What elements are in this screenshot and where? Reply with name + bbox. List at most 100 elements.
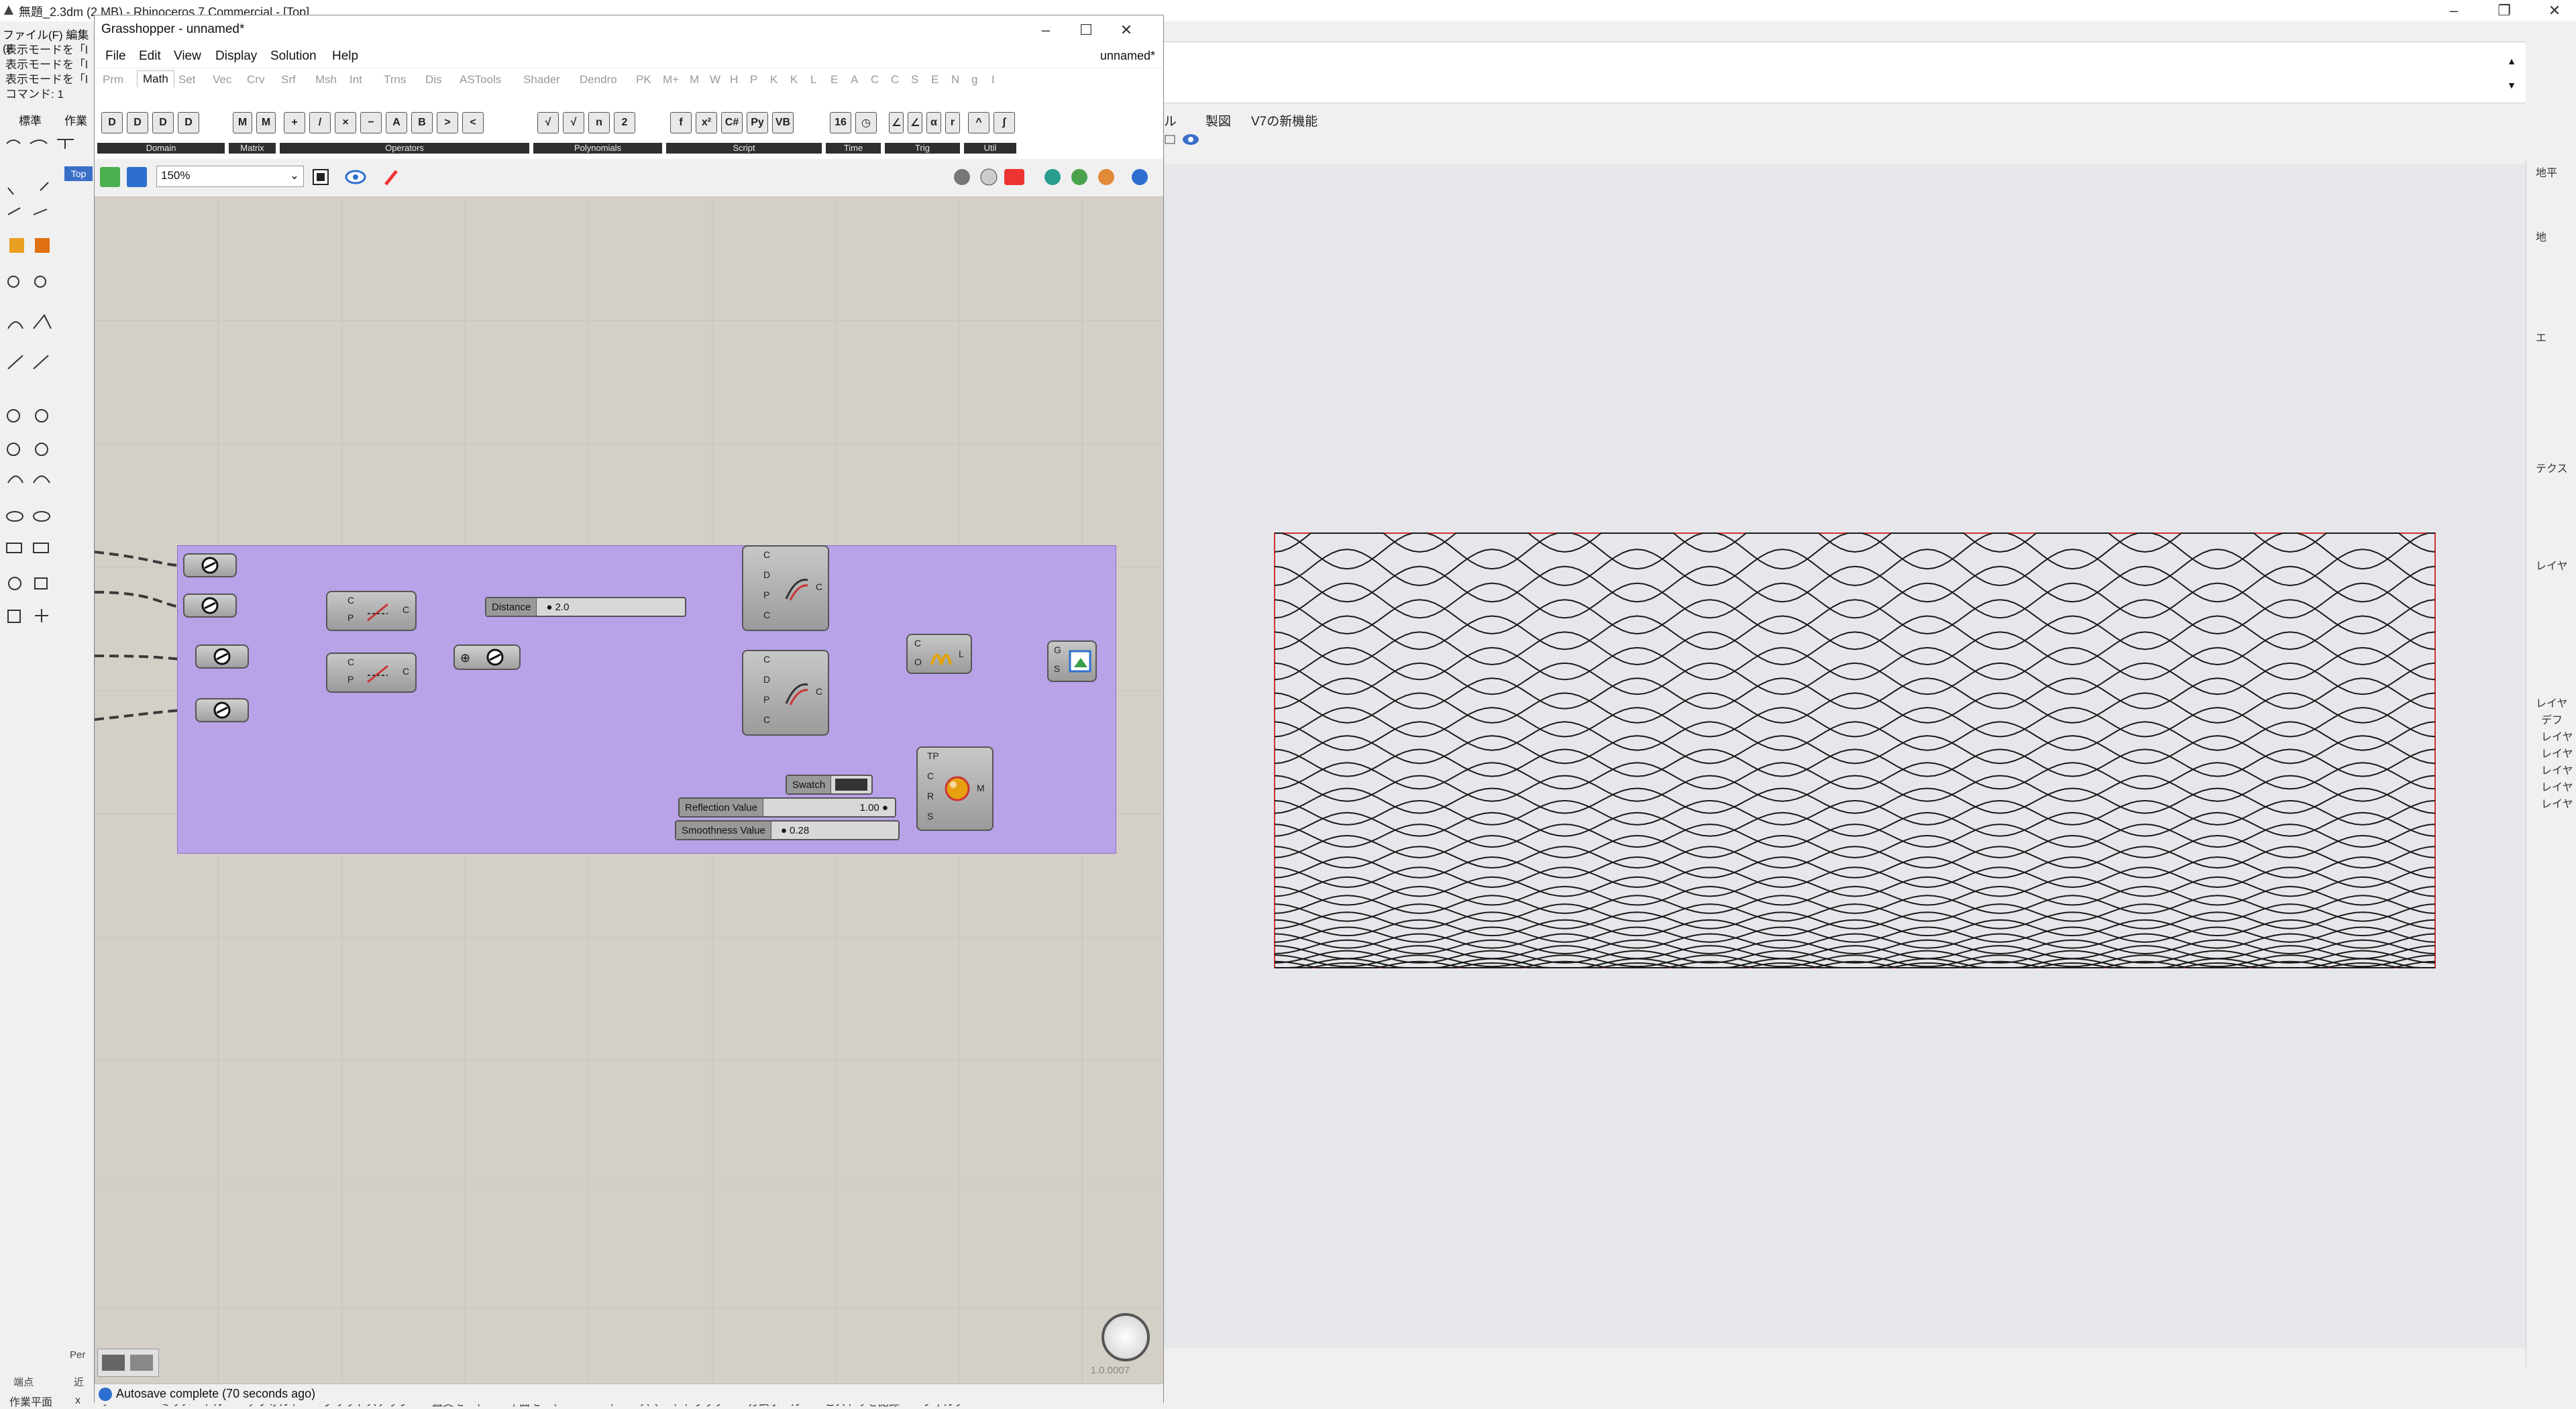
ribbon-group-label[interactable]: Domain: [97, 143, 225, 154]
ribbon-component-icon[interactable]: ◷: [855, 112, 877, 133]
curve-array-drawing[interactable]: [1164, 164, 2526, 1348]
ribbon-group-label[interactable]: Time: [826, 143, 881, 154]
restore-icon[interactable]: ❐: [2485, 0, 2523, 21]
gh-tab-astools[interactable]: ASTools: [460, 73, 501, 87]
gh-menu-solution[interactable]: Solution: [270, 49, 317, 64]
gh-tab-m[interactable]: M: [690, 73, 699, 87]
layer-row[interactable]: レイヤ: [2541, 778, 2573, 794]
tool-icons[interactable]: [0, 134, 94, 724]
gh-tab-l[interactable]: L: [810, 73, 816, 87]
gh-offset-curve-component[interactable]: C D P C C: [742, 545, 829, 631]
gh-tab-prm[interactable]: Prm: [103, 73, 123, 87]
gh-tab-trns[interactable]: Trns: [384, 73, 406, 87]
ribbon-component-icon[interactable]: >: [437, 112, 458, 133]
gh-tab-n[interactable]: N: [951, 73, 959, 87]
ribbon-component-icon[interactable]: ∠: [889, 112, 904, 133]
wave-curve[interactable]: [1274, 926, 2436, 943]
gh-tab-e[interactable]: E: [830, 73, 838, 87]
gh-tab-a[interactable]: A: [851, 73, 858, 87]
ribbon-component-icon[interactable]: M: [256, 112, 276, 133]
wave-curve[interactable]: [1274, 945, 2436, 960]
ribbon-component-icon[interactable]: −: [360, 112, 382, 133]
osnap-end-label[interactable]: 端点: [13, 1375, 34, 1389]
ribbon-component-icon[interactable]: α: [926, 112, 941, 133]
gh-tab-k[interactable]: K: [770, 73, 777, 87]
reflection-slider[interactable]: Reflection Value 1.00 ●: [678, 797, 896, 818]
ribbon-component-icon[interactable]: r: [945, 112, 960, 133]
layer-row[interactable]: レイヤ: [2541, 761, 2573, 777]
rhino-toolbar-tabs[interactable]: 標準 作業: [0, 107, 94, 130]
wave-curve[interactable]: [1274, 565, 2436, 603]
gh-tab-set[interactable]: Set: [178, 73, 196, 87]
osnap-near-label[interactable]: 近: [74, 1375, 84, 1389]
gh-tab-k[interactable]: K: [790, 73, 798, 87]
gh-tab-w[interactable]: W: [710, 73, 720, 87]
tab-drafting[interactable]: 製図: [1205, 111, 1231, 129]
smoothness-slider-value[interactable]: ● 0.28: [771, 825, 898, 836]
wave-curve[interactable]: [1274, 582, 2436, 619]
gh-curve-param[interactable]: [195, 698, 249, 722]
tab-v7-new-features[interactable]: V7の新機能: [1251, 111, 1318, 129]
view-toolbar[interactable]: [1164, 133, 1204, 148]
ribbon-component-icon[interactable]: D: [178, 112, 199, 133]
tab-standard[interactable]: 標準: [19, 111, 42, 128]
viewport-tab-perspective[interactable]: Per: [70, 1349, 85, 1361]
scroll-up-icon[interactable]: ▲: [2507, 56, 2516, 66]
gh-tab-e[interactable]: E: [931, 73, 938, 87]
gh-curve-param[interactable]: [183, 553, 237, 577]
ribbon-component-icon[interactable]: f: [670, 112, 692, 133]
ribbon-group-label[interactable]: Util: [964, 143, 1016, 154]
gh-widget-icons[interactable]: [97, 1349, 159, 1377]
gh-navigation-compass-icon[interactable]: [1102, 1313, 1150, 1361]
gh-curve-param-merged[interactable]: ⊕: [453, 644, 521, 670]
gh-menu-view[interactable]: View: [174, 49, 201, 64]
ribbon-component-icon[interactable]: ×: [335, 112, 356, 133]
gh-tab-dendro[interactable]: Dendro: [580, 73, 617, 87]
ribbon-component-icon[interactable]: +: [284, 112, 305, 133]
sketch-icon[interactable]: [311, 167, 331, 187]
command-prompt[interactable]: コマンド: 1: [0, 87, 94, 102]
ribbon-component-icon[interactable]: C#: [721, 112, 743, 133]
minimize-icon[interactable]: –: [2435, 0, 2473, 21]
rhino-menubar[interactable]: ファイル(F) 編集(E: [0, 23, 94, 55]
ribbon-component-icon[interactable]: A: [386, 112, 407, 133]
ribbon-component-icon[interactable]: √: [563, 112, 584, 133]
swatch-component[interactable]: Swatch: [786, 775, 873, 795]
gh-document-name[interactable]: unnamed*: [1100, 49, 1155, 63]
gh-menu-edit[interactable]: Edit: [139, 49, 161, 64]
gh-tab-math[interactable]: Math: [137, 70, 174, 87]
layer-row[interactable]: レイヤ: [2541, 744, 2573, 760]
gh-tab-vec[interactable]: Vec: [213, 73, 231, 87]
layer-row[interactable]: レイヤ: [2536, 694, 2568, 710]
panel-tab-layer[interactable]: レイヤ: [2536, 557, 2568, 573]
wave-curve[interactable]: [1274, 599, 2436, 635]
reflection-slider-value[interactable]: 1.00 ●: [763, 802, 895, 813]
gh-material-component[interactable]: TP C R S M: [916, 746, 994, 831]
ribbon-group-label[interactable]: Matrix: [229, 143, 276, 154]
rhino-toolbar-tabs-right[interactable]: ル 製図 V7の新機能: [1164, 107, 2526, 145]
ribbon-component-icon[interactable]: ^: [968, 112, 989, 133]
gh-maximize-icon[interactable]: ☐: [1067, 19, 1105, 41]
zoom-level-field[interactable]: 150% ⌄: [156, 166, 304, 187]
tab-partial[interactable]: ル: [1164, 111, 1177, 129]
open-file-icon[interactable]: [100, 167, 120, 187]
gh-minimize-icon[interactable]: –: [1027, 19, 1065, 41]
gh-curve-param[interactable]: [183, 594, 237, 618]
ribbon-component-icon[interactable]: Py: [747, 112, 768, 133]
distance-slider[interactable]: Distance ● 2.0: [485, 597, 686, 617]
ribbon-component-icon[interactable]: 2: [614, 112, 635, 133]
gh-tween-curve-component[interactable]: C P C: [326, 591, 417, 631]
ribbon-component-icon[interactable]: x²: [696, 112, 717, 133]
layer-row[interactable]: レイヤ: [2541, 795, 2573, 811]
layer-row[interactable]: デフ: [2541, 711, 2563, 727]
gh-canvas[interactable]: ⊕ C P C C P C Distance ● 2.0 C D P C C C…: [95, 196, 1163, 1392]
ribbon-component-icon[interactable]: <: [462, 112, 484, 133]
layer-row[interactable]: レイヤ: [2541, 728, 2573, 744]
gh-tab-pk[interactable]: PK: [636, 73, 651, 87]
brush-icon[interactable]: [382, 167, 402, 187]
ribbon-component-icon[interactable]: ∠: [908, 112, 922, 133]
ribbon-component-icon[interactable]: ∫: [994, 112, 1015, 133]
gh-tab-int[interactable]: Int: [350, 73, 362, 87]
ribbon-group-label[interactable]: Operators: [280, 143, 529, 154]
gh-custom-preview-component[interactable]: G S: [1047, 640, 1097, 682]
